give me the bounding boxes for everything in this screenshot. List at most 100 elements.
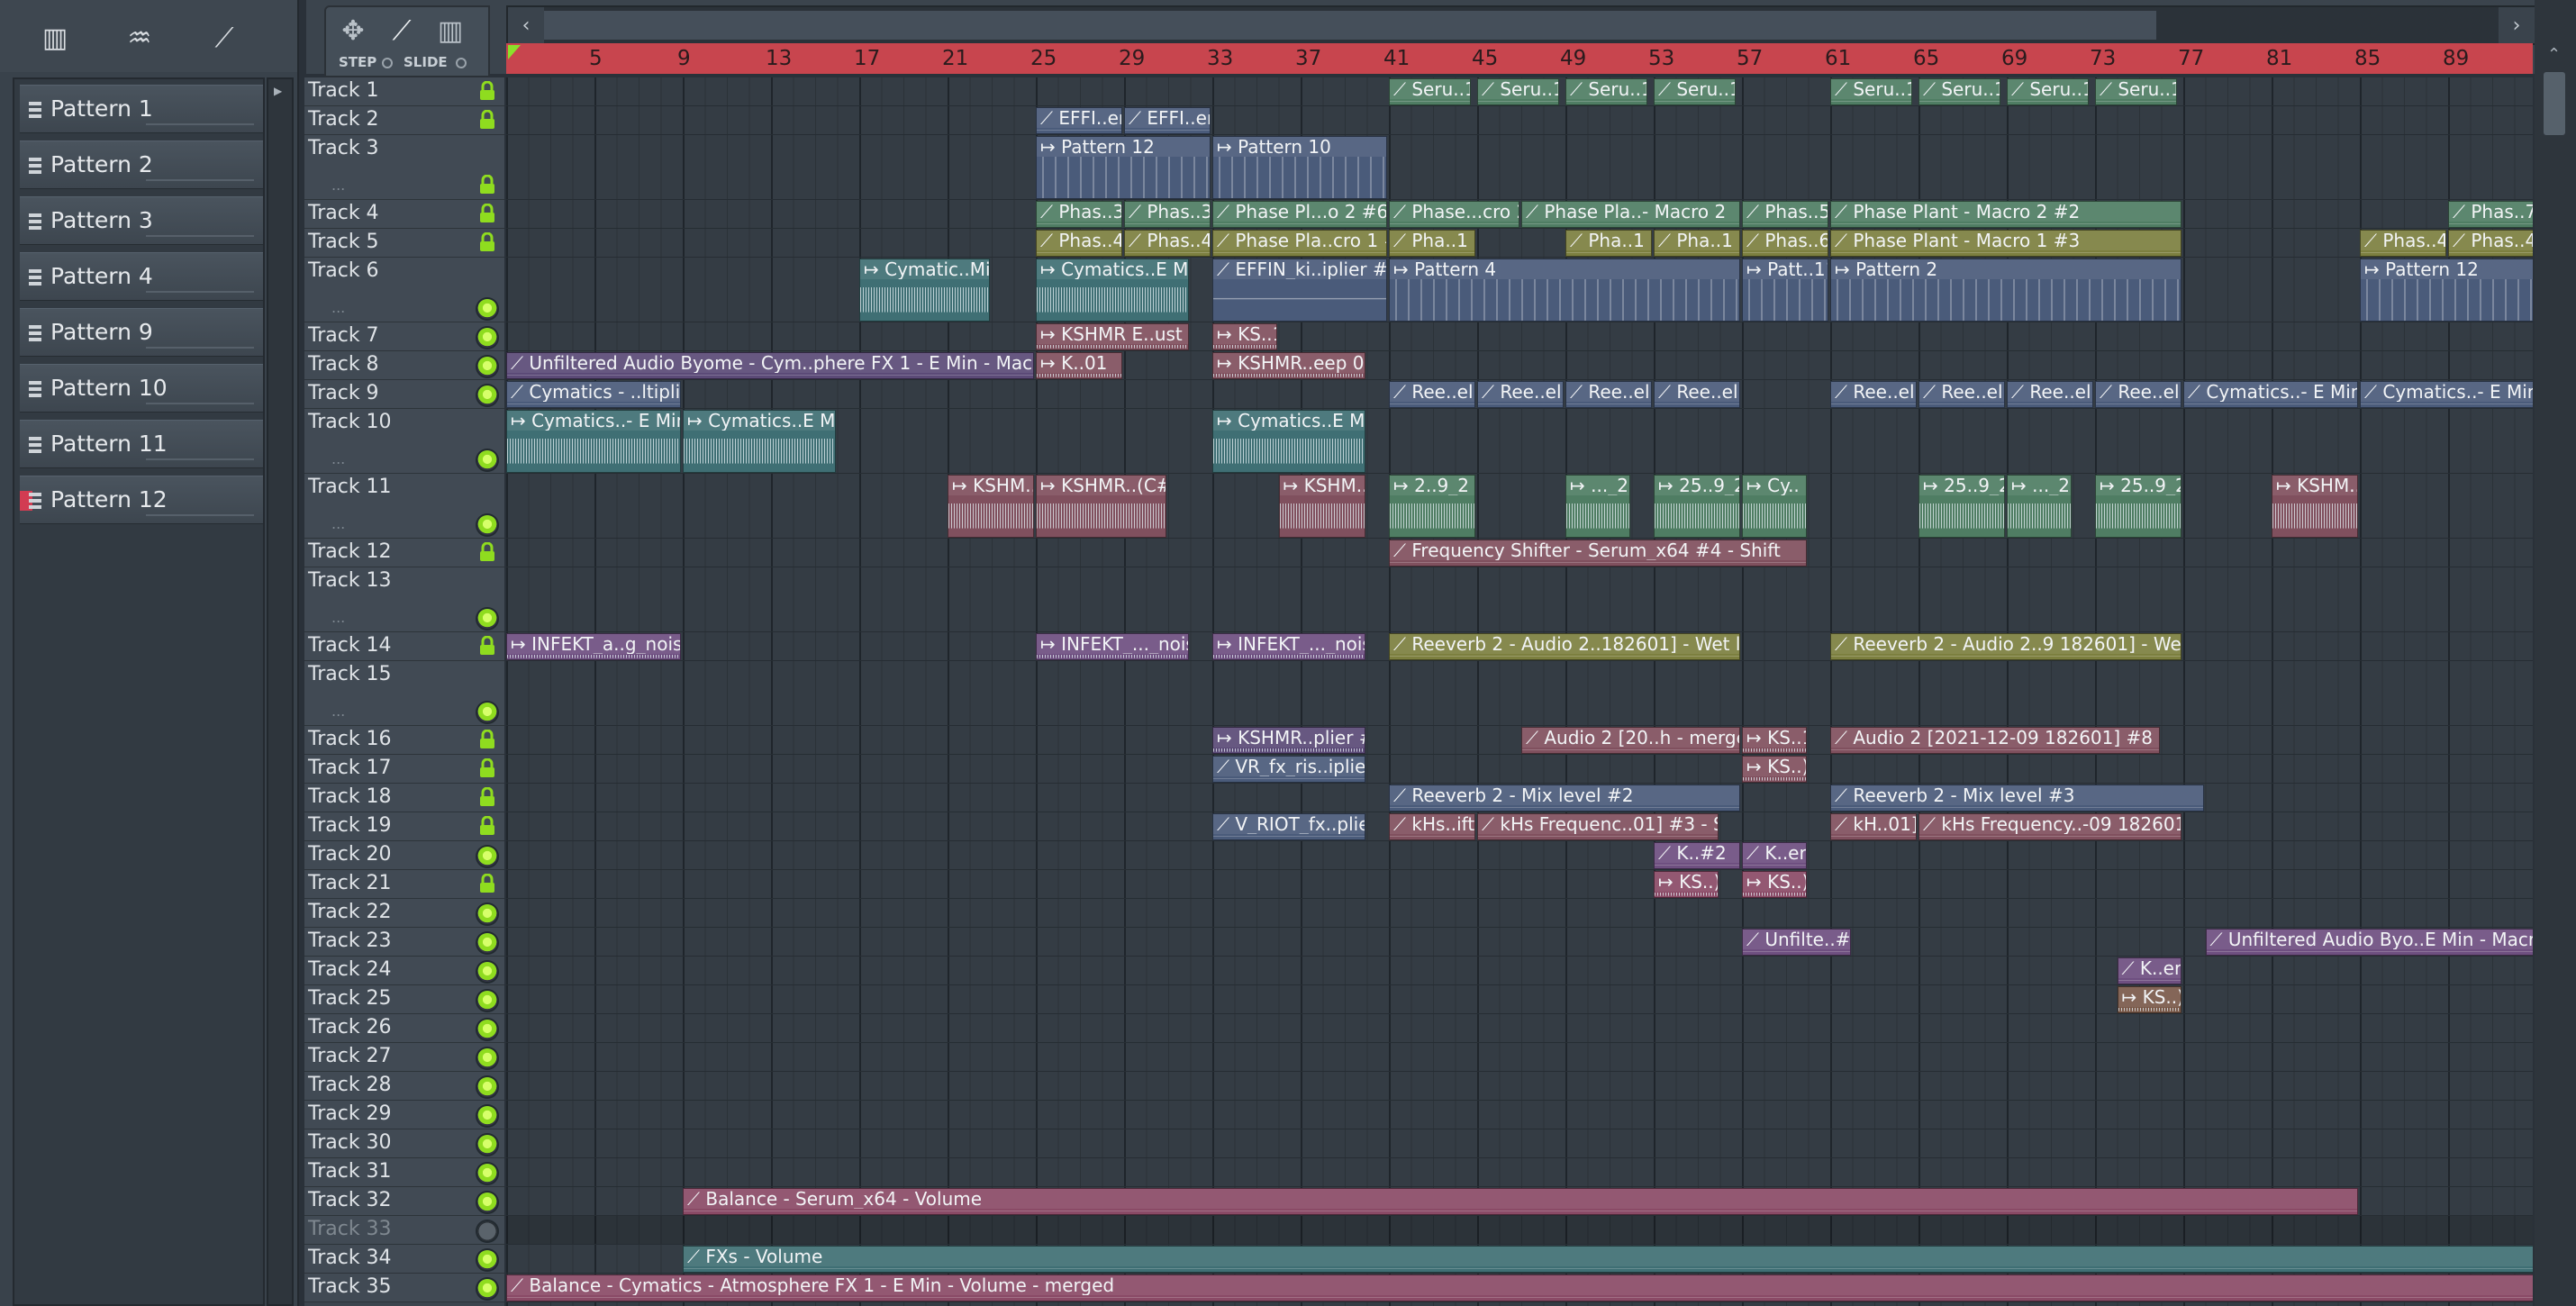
playlist-clip[interactable]: ↦ ..._2 bbox=[2007, 475, 2072, 538]
playlist-clip[interactable]: ↦ KSHMR..plier #3 bbox=[1212, 727, 1365, 754]
playlist-clip[interactable]: ⟋ Phas..4 bbox=[1036, 230, 1122, 257]
track-lane[interactable] bbox=[506, 1043, 2533, 1072]
track-lane[interactable] bbox=[506, 1216, 2533, 1245]
playlist-clip[interactable]: ⟋ Ree..el bbox=[1830, 381, 1917, 408]
picker-scrollbar[interactable]: ▶ bbox=[267, 77, 294, 1306]
track-header[interactable]: Track 19 bbox=[304, 812, 504, 841]
automation-tool-icon[interactable]: ⟋ bbox=[384, 13, 420, 49]
track-header[interactable]: Track 8 bbox=[304, 351, 504, 380]
lock-icon[interactable] bbox=[479, 729, 495, 749]
playlist-clip[interactable]: ↦ INFEKT_a..g_noise bbox=[506, 633, 681, 660]
track-header[interactable]: Track 7 bbox=[304, 322, 504, 351]
playlist-clip[interactable]: ⟋ V_RIOT_fx..plier bbox=[1212, 813, 1365, 840]
playlist-clip[interactable]: ↦ INFEKT_..._noise bbox=[1212, 633, 1365, 660]
playlist-clip[interactable]: ⟋ EFFI..er bbox=[1036, 107, 1122, 134]
track-header[interactable]: Track 23 bbox=[304, 928, 504, 957]
scroll-right-icon[interactable]: › bbox=[2499, 7, 2535, 43]
playlist-clip[interactable]: ↦ K..01 bbox=[1036, 352, 1122, 379]
track-header[interactable]: Track 25 bbox=[304, 985, 504, 1014]
track-header[interactable]: Track 21 bbox=[304, 870, 504, 899]
playlist-clip[interactable]: ↦ Cy.. bbox=[1742, 475, 1807, 538]
playlist-clip[interactable]: ↦ KS..) bbox=[2117, 986, 2181, 1013]
track-lane[interactable] bbox=[506, 474, 2533, 539]
mute-toggle-icon[interactable] bbox=[477, 1048, 497, 1068]
vertical-scroll-thumb[interactable] bbox=[2544, 72, 2565, 135]
track-header[interactable]: Track 29 bbox=[304, 1101, 504, 1129]
vertical-scrollbar[interactable]: ⌃ bbox=[2535, 0, 2576, 1306]
track-header[interactable]: Track 30 bbox=[304, 1129, 504, 1158]
pattern-item[interactable]: Pattern 1 bbox=[20, 85, 263, 133]
playlist-clip[interactable]: ↦ 25..9_2 bbox=[1918, 475, 2005, 538]
playlist-clip[interactable]: ⟋ Pha..1 bbox=[1389, 230, 1475, 257]
playlist-clip[interactable]: ⟋ Pha..1 bbox=[1565, 230, 1652, 257]
playlist-clip[interactable]: ⟋ Ree..el bbox=[1654, 381, 1740, 408]
snap-slide-radio[interactable] bbox=[456, 58, 467, 68]
playlist-clip[interactable]: ↦ Pattern 12 bbox=[1036, 136, 1211, 199]
playlist-clip[interactable]: ⟋ EFFIN_ki..iplier #2 bbox=[1212, 258, 1387, 322]
track-header[interactable]: Track 2 bbox=[304, 106, 504, 135]
mute-toggle-icon[interactable] bbox=[477, 904, 497, 924]
song-position-marker[interactable] bbox=[508, 45, 521, 59]
playlist-clip[interactable]: ⟋ Phase...cro 2 bbox=[1389, 201, 1519, 228]
playlist-clip[interactable]: ⟋ Cymatics..- E Min bbox=[2360, 381, 2533, 408]
playlist-clip[interactable]: ↦ Cymatics..E Min bbox=[683, 410, 836, 473]
playlist-overview[interactable]: ‹ › bbox=[506, 5, 2536, 45]
playlist-clip[interactable]: ⟋ Ree..el bbox=[2095, 381, 2181, 408]
lock-icon[interactable] bbox=[479, 873, 495, 893]
track-header[interactable]: Track 16 bbox=[304, 726, 504, 755]
playlist-clip[interactable]: ↦ 25..9_2 bbox=[1654, 475, 1740, 538]
track-lane[interactable] bbox=[506, 1014, 2533, 1043]
playlist-clip[interactable]: ⟋ Phas..4 bbox=[2448, 230, 2533, 257]
playlist-clip[interactable]: ⟋ Cymatics..- E Min bbox=[2183, 381, 2358, 408]
track-lane[interactable] bbox=[506, 870, 2533, 899]
playlist-clip[interactable]: ⟋ Reeverb 2 - Audio 2..9 182601] - Wet l… bbox=[1830, 633, 2181, 660]
pattern-item[interactable]: Pattern 2 bbox=[20, 141, 263, 189]
track-lane[interactable] bbox=[506, 899, 2533, 928]
playlist-clip[interactable]: ⟋ FXs - Volume bbox=[683, 1246, 2533, 1273]
playlist-clip[interactable]: ↦ KSHMR..eep 01 bbox=[1212, 352, 1365, 379]
mute-toggle-icon[interactable] bbox=[477, 515, 497, 535]
playlist-clip[interactable]: ⟋ Phase Plant - Macro 1 #3 bbox=[1830, 230, 2181, 257]
playlist-clip[interactable]: ⟋ Seru..1 bbox=[2007, 78, 2090, 105]
lock-icon[interactable] bbox=[479, 635, 495, 656]
playlist-clip[interactable]: ↦ Pattern 10 bbox=[1212, 136, 1387, 199]
playlist-clip[interactable]: ⟋ Unfiltered Audio Byo..E Min - Macro 1 … bbox=[2205, 929, 2533, 956]
track-lane[interactable] bbox=[506, 106, 2533, 135]
playlist-clip[interactable]: ⟋ Reeverb 2 - Audio 2..182601] - Wet lev… bbox=[1389, 633, 1740, 660]
playlist-clip[interactable]: ↦ KS..) bbox=[1654, 871, 1719, 898]
track-header[interactable]: Track 34 bbox=[304, 1245, 504, 1274]
track-header[interactable]: Track 17 bbox=[304, 755, 504, 784]
playlist-clip[interactable]: ⟋ Ree..el bbox=[1565, 381, 1652, 408]
track-header[interactable]: Track 1 bbox=[304, 77, 504, 106]
playlist-clip[interactable]: ⟋ Phas..6 bbox=[1742, 230, 1828, 257]
track-header[interactable]: Track 11... bbox=[304, 474, 504, 539]
track-header[interactable]: Track 9 bbox=[304, 380, 504, 409]
playlist-clip[interactable]: ↦ Cymatic..Min bbox=[859, 258, 990, 322]
lock-icon[interactable] bbox=[479, 757, 495, 778]
track-header[interactable]: Track 35 bbox=[304, 1274, 504, 1302]
pattern-item[interactable]: Pattern 3 bbox=[20, 196, 263, 245]
mute-toggle-icon[interactable] bbox=[477, 1020, 497, 1039]
playlist-clip[interactable]: ⟋ Phas..7 bbox=[2448, 201, 2533, 228]
playlist-clip[interactable]: ↦ INFEKT_..._noise bbox=[1036, 633, 1189, 660]
mute-toggle-icon[interactable] bbox=[477, 1279, 497, 1299]
playlist-clip[interactable]: ↦ Cymatics..E Min bbox=[1212, 410, 1365, 473]
playlist-clip[interactable]: ⟋ Reeverb 2 - Mix level #3 bbox=[1830, 785, 2204, 812]
track-lane[interactable] bbox=[506, 661, 2533, 726]
pattern-view-icon[interactable]: ▥ bbox=[23, 20, 86, 56]
track-lane[interactable] bbox=[506, 1129, 2533, 1158]
track-lane[interactable] bbox=[506, 1158, 2533, 1187]
playlist-clip[interactable]: ⟋ Pha..1 bbox=[1654, 230, 1740, 257]
lock-icon[interactable] bbox=[479, 203, 495, 223]
playlist-clip[interactable]: ⟋ Ree..el bbox=[1477, 381, 1564, 408]
playlist-clip[interactable]: ⟋ kHs..ift bbox=[1389, 813, 1475, 840]
playlist-clip[interactable]: ⟋ Audio 2 [20..h - merged bbox=[1521, 727, 1740, 754]
playlist-clip[interactable]: ⟋ K..er bbox=[1742, 842, 1807, 869]
mute-toggle-icon[interactable] bbox=[477, 1250, 497, 1270]
mute-toggle-icon[interactable] bbox=[477, 1221, 497, 1241]
playlist-clip[interactable]: ⟋ Phase Pla..- Macro 2 bbox=[1521, 201, 1740, 228]
track-header[interactable]: Track 15... bbox=[304, 661, 504, 726]
playlist-clip[interactable]: ⟋ Phase Plant - Macro 2 #2 bbox=[1830, 201, 2181, 228]
playlist-clip[interactable]: ⟋ Phas..3 bbox=[1036, 201, 1122, 228]
playlist-clip[interactable]: ↦ KSHM..#) bbox=[948, 475, 1034, 538]
